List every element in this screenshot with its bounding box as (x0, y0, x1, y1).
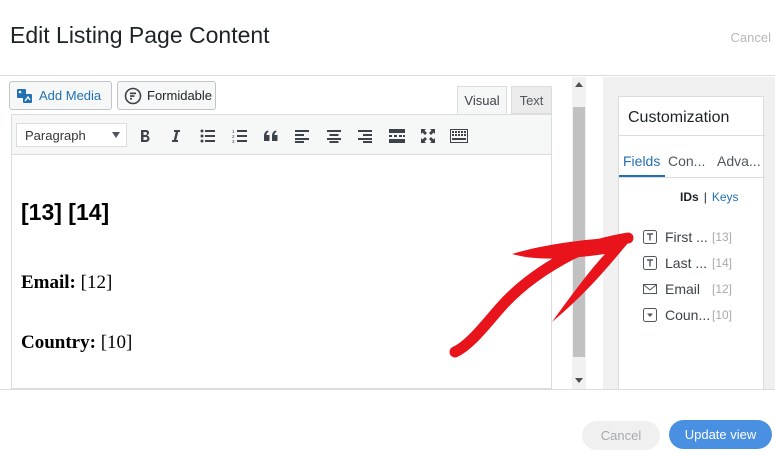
field-item-country[interactable]: Coun... [10] (643, 304, 765, 326)
field-name: Coun... (665, 307, 711, 323)
numbered-list-icon[interactable]: 123 (229, 125, 251, 147)
edit-listing-modal: Edit Listing Page Content Cancel Add Med… (0, 0, 775, 455)
align-center-icon[interactable] (323, 125, 345, 147)
scroll-down-arrow-icon[interactable] (575, 378, 583, 383)
ids-toggle[interactable]: IDs (680, 190, 699, 204)
content-country-line: Country: [10] (21, 332, 132, 354)
blockquote-icon[interactable] (260, 125, 282, 147)
scrollbar-thumb[interactable] (573, 107, 585, 357)
format-select[interactable]: Paragraph (16, 123, 127, 147)
customization-panel: Customization Fields Con... Adva... IDs |… (618, 96, 765, 389)
insert-more-icon[interactable] (386, 125, 408, 147)
media-icon (16, 87, 34, 105)
modal-body: Add Media Formidable Visual Text Paragra… (0, 77, 775, 389)
toggle-separator: | (703, 190, 707, 204)
field-id: [13] (712, 230, 733, 244)
scroll-up-arrow-icon[interactable] (575, 82, 583, 87)
field-name: First ... (665, 229, 708, 245)
field-item-first-name[interactable]: First ... [13] (643, 226, 765, 248)
add-media-button[interactable]: Add Media (9, 81, 112, 110)
editor-area: Add Media Formidable Visual Text Paragra… (0, 77, 572, 389)
field-id: [12] (712, 282, 733, 296)
field-name: Last ... (665, 255, 708, 271)
email-label: Email: (21, 272, 76, 293)
panel-title: Customization (628, 109, 730, 126)
email-shortcode: [12] (75, 272, 113, 293)
field-item-email[interactable]: Email [12] (643, 278, 765, 300)
content-email-line: Email: [12] (21, 272, 112, 294)
tab-text[interactable]: Text (511, 86, 552, 114)
modal-footer: Cancel Update view (0, 389, 775, 455)
modal-header: Edit Listing Page Content Cancel (0, 0, 775, 76)
panel-divider (619, 135, 765, 136)
country-label: Country: (21, 332, 96, 353)
tabs-divider (619, 177, 765, 178)
editor-toolbar: Paragraph 123 (11, 114, 552, 155)
bold-icon[interactable] (134, 125, 156, 147)
tab-fields[interactable]: Fields (623, 153, 660, 169)
svg-text:3: 3 (232, 139, 235, 143)
text-field-icon (643, 256, 657, 270)
format-select-value: Paragraph (25, 128, 86, 143)
field-id: [10] (712, 308, 733, 322)
bullet-list-icon[interactable] (197, 125, 219, 147)
fullscreen-icon[interactable] (417, 125, 439, 147)
align-left-icon[interactable] (291, 125, 313, 147)
dropdown-field-icon (643, 308, 657, 322)
editor-scrollbar[interactable] (572, 77, 586, 389)
field-item-last-name[interactable]: Last ... [14] (643, 252, 765, 274)
field-id: [14] (712, 256, 733, 270)
tab-advanced[interactable]: Adva... (717, 153, 761, 169)
italic-icon[interactable] (165, 125, 187, 147)
email-field-icon (643, 282, 657, 296)
content-heading: [13] [14] (21, 199, 110, 225)
editor-content[interactable]: [13] [14] Email: [12] Country: [10] (11, 155, 552, 389)
modal-title: Edit Listing Page Content (10, 22, 270, 48)
cancel-button[interactable]: Cancel (582, 421, 660, 450)
tab-visual[interactable]: Visual (457, 86, 507, 114)
add-media-label: Add Media (39, 88, 102, 103)
formidable-icon (124, 87, 142, 105)
toolbar-toggle-icon[interactable] (448, 125, 470, 147)
chevron-down-icon (112, 132, 120, 138)
customization-sidebar: Customization Fields Con... Adva... IDs |… (603, 77, 775, 389)
field-name: Email (665, 281, 701, 297)
tab-conditional[interactable]: Con... (668, 153, 705, 169)
keys-toggle[interactable]: Keys (712, 190, 739, 204)
align-right-icon[interactable] (354, 125, 376, 147)
formidable-label: Formidable (147, 88, 213, 103)
formidable-button[interactable]: Formidable (117, 81, 216, 110)
text-field-icon (643, 230, 657, 244)
country-shortcode: [10] (95, 332, 133, 353)
update-view-button[interactable]: Update view (669, 420, 772, 449)
cancel-link[interactable]: Cancel (731, 30, 771, 45)
ids-keys-toggle: IDs | Keys (680, 190, 739, 204)
